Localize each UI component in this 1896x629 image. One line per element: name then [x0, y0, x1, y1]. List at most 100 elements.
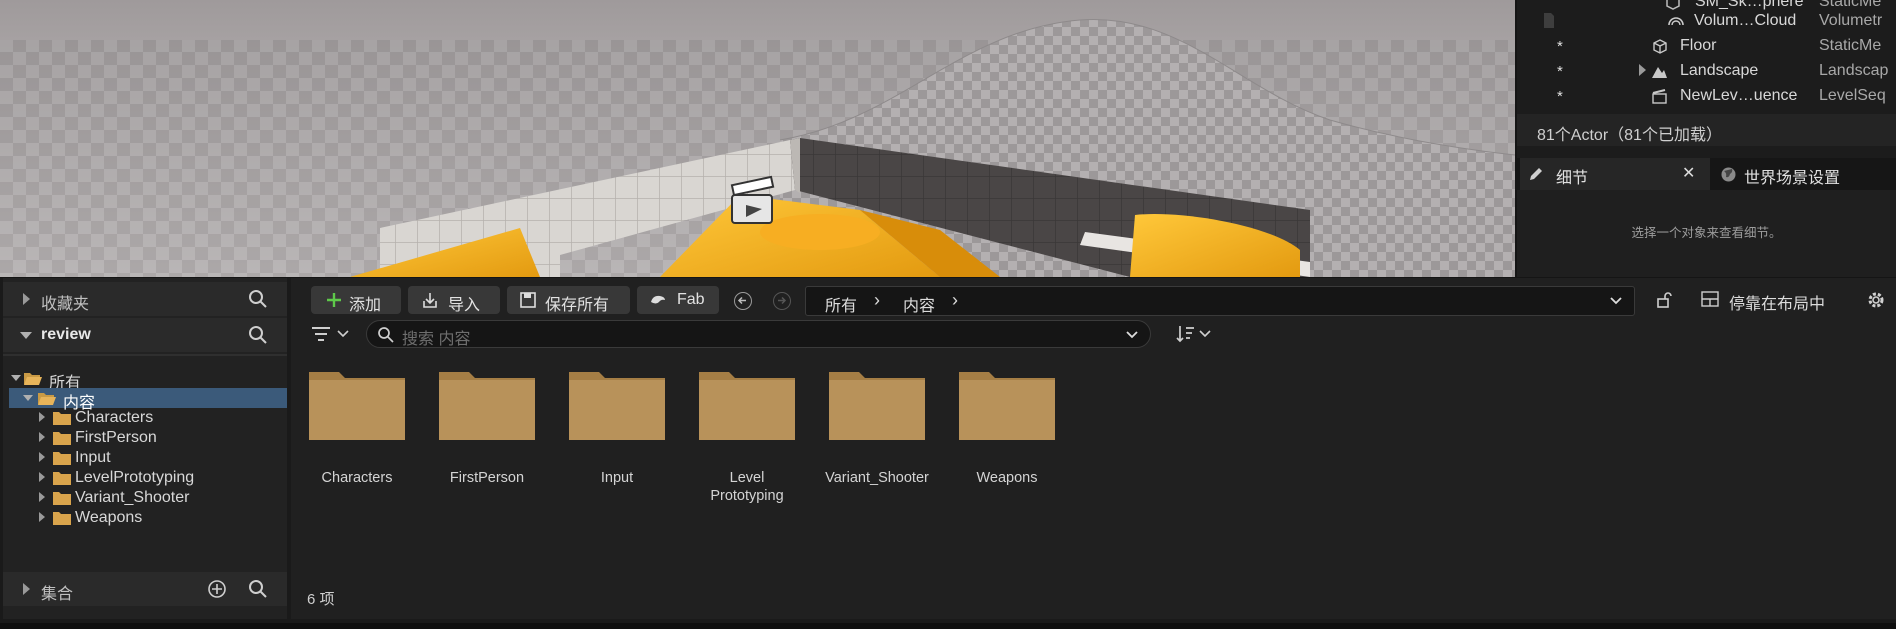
expand-arrow-icon[interactable] — [11, 375, 21, 381]
search-icon[interactable] — [248, 289, 268, 309]
back-button[interactable] — [734, 292, 752, 310]
tree-item-all[interactable]: 所有 — [9, 368, 287, 392]
outliner-item-name: NewLev…uence — [1680, 87, 1798, 104]
breadcrumb-separator-icon[interactable]: › — [874, 290, 880, 311]
import-label: 导入 — [448, 297, 481, 314]
tab-world-settings[interactable]: 世界场景设置 — [1714, 158, 1894, 190]
level-sequence-icon — [1652, 89, 1667, 104]
search-field[interactable]: 搜索 内容 — [366, 320, 1151, 348]
dock-in-layout-button[interactable]: 停靠在布局中 — [1701, 288, 1861, 313]
expand-arrow-icon[interactable] — [1639, 64, 1646, 76]
tab-details-label: 细节 — [1556, 170, 1589, 187]
outliner-row[interactable]: * Landscape Landscap — [1517, 59, 1896, 84]
asset-tile[interactable]: Variant_Shooter — [811, 370, 936, 520]
outliner-row[interactable]: * NewLev…uence LevelSeq — [1517, 84, 1896, 109]
gear-icon[interactable] — [1865, 289, 1887, 311]
favorites-section[interactable]: 收藏夹 — [3, 282, 287, 316]
fab-label: Fab — [677, 291, 705, 308]
static-mesh-icon — [1653, 39, 1667, 54]
expand-arrow-icon[interactable] — [20, 332, 32, 339]
asset-tile[interactable]: Input — [551, 370, 676, 520]
folder-icon — [699, 372, 795, 440]
expand-arrow-icon[interactable] — [39, 432, 45, 442]
modified-marker: * — [1557, 88, 1563, 105]
collapse-arrow-icon[interactable] — [23, 583, 30, 595]
asset-tile[interactable]: FirstPerson — [421, 370, 546, 520]
tree-item-label: Weapons — [75, 509, 143, 526]
sort-button[interactable] — [1175, 322, 1217, 346]
dock-label: 停靠在布局中 — [1729, 296, 1826, 313]
globe-icon — [1721, 167, 1736, 182]
fab-button[interactable]: Fab — [637, 286, 719, 314]
search-icon[interactable] — [248, 325, 268, 345]
import-button[interactable]: 导入 — [408, 286, 500, 314]
search-icon[interactable] — [248, 579, 268, 599]
add-button[interactable]: 添加 — [311, 286, 401, 314]
asset-tile[interactable]: Characters — [291, 370, 416, 520]
modified-marker: * — [1557, 63, 1563, 80]
lock-icon[interactable] — [1655, 291, 1673, 309]
asset-tile[interactable]: Level Prototyping — [681, 370, 806, 520]
project-section[interactable]: review — [3, 318, 287, 352]
expand-arrow-icon[interactable] — [39, 492, 45, 502]
favorites-label: 收藏夹 — [41, 296, 90, 313]
tree-item-weapons[interactable]: Weapons — [9, 508, 287, 528]
document-icon — [1544, 13, 1554, 28]
expand-arrow-icon[interactable] — [39, 472, 45, 482]
outliner-item-name: Floor — [1680, 37, 1717, 54]
tree-item-characters[interactable]: Characters — [9, 408, 287, 428]
expand-arrow-icon[interactable] — [39, 512, 45, 522]
details-empty-hint: 选择一个对象来查看细节。 — [1631, 226, 1782, 240]
item-count: 6 项 — [307, 591, 335, 608]
outliner-item-name: Volum…Cloud — [1694, 12, 1797, 29]
close-icon[interactable]: ✕ — [1682, 163, 1695, 183]
outliner-row[interactable]: * Floor StaticMe — [1517, 34, 1896, 59]
tree-item-levelprototyping[interactable]: LevelPrototyping — [9, 468, 287, 488]
tree-item-firstperson[interactable]: FirstPerson — [9, 428, 287, 448]
landscape-icon — [1652, 67, 1667, 78]
expand-arrow-icon[interactable] — [39, 452, 45, 462]
tab-details[interactable]: 细节 ✕ — [1520, 158, 1710, 190]
asset-view-panel: 添加 导入 保存所有 Fab 所有 › 内容 › 停靠在布局中 搜索 内容 Ch… — [291, 278, 1896, 619]
viewport-scene — [0, 0, 1515, 277]
breadcrumb-separator-icon[interactable]: › — [952, 290, 958, 311]
folder-icon — [309, 372, 405, 440]
asset-tile[interactable]: Weapons — [941, 370, 1066, 520]
search-placeholder: 搜索 内容 — [402, 331, 471, 348]
path-breadcrumb: 所有 › 内容 › — [805, 286, 1635, 316]
folder-icon — [439, 372, 535, 440]
pencil-icon — [1530, 168, 1542, 180]
outliner-item-type: Landscap — [1819, 62, 1889, 79]
open-folder-icon — [38, 393, 56, 405]
add-collection-icon[interactable] — [207, 579, 227, 599]
outliner-row[interactable]: Volum…Cloud Volumetr — [1517, 9, 1896, 34]
tree-item-label: Input — [75, 449, 111, 466]
filter-button[interactable] — [311, 322, 353, 346]
folder-icon — [53, 432, 71, 445]
save-icon — [520, 292, 536, 308]
expand-arrow-icon[interactable] — [23, 395, 33, 401]
add-label: 添加 — [349, 297, 382, 314]
save-all-button[interactable]: 保存所有 — [507, 286, 630, 314]
tree-item-label: LevelPrototyping — [75, 469, 195, 486]
tree-item-variant-shooter[interactable]: Variant_Shooter — [9, 488, 287, 508]
chevron-down-icon[interactable] — [1609, 296, 1623, 306]
outliner-item-type: Volumetr — [1819, 12, 1883, 29]
chevron-down-icon[interactable] — [1125, 330, 1139, 340]
breadcrumb-content[interactable]: 内容 — [903, 292, 935, 316]
details-panel: 细节 ✕ 世界场景设置 选择一个对象来查看细节。 — [1517, 158, 1896, 277]
sources-panel: 收藏夹 review 所有 内容 Characters FirstPerson … — [3, 278, 287, 619]
collections-section[interactable]: 集合 — [3, 572, 287, 606]
collections-label: 集合 — [41, 586, 74, 603]
asset-name: Weapons — [976, 470, 1038, 486]
tree-item-content[interactable]: 内容 — [9, 388, 287, 412]
level-viewport[interactable] — [0, 0, 1515, 277]
tree-item-input[interactable]: Input — [9, 448, 287, 468]
expand-arrow-icon[interactable] — [39, 412, 45, 422]
collapse-arrow-icon[interactable] — [23, 293, 30, 305]
forward-button[interactable] — [773, 292, 791, 310]
actor-count: 81个Actor（81个已加载） — [1537, 127, 1722, 144]
asset-name: Characters — [321, 470, 393, 486]
chevron-down-icon — [337, 330, 349, 338]
breadcrumb-all[interactable]: 所有 — [825, 292, 857, 316]
